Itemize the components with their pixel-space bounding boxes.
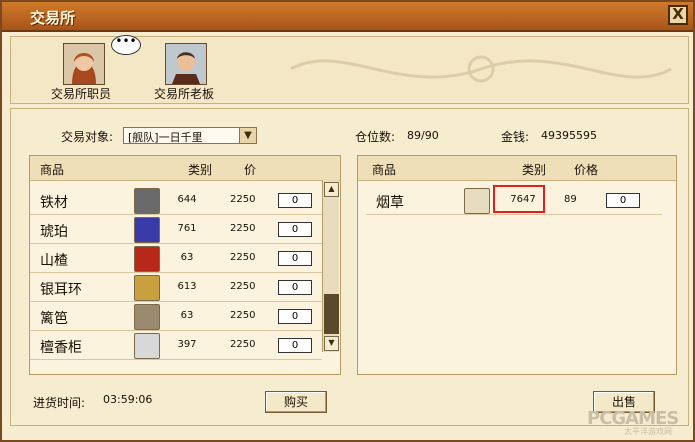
item-price: 89 <box>564 194 577 205</box>
buy-list: 商品 类别 价 铁材 644 2250 0 琥珀 761 2250 0 山楂 6… <box>29 155 341 375</box>
item-price: 2250 <box>230 310 256 321</box>
boss-portrait-icon[interactable] <box>165 43 207 85</box>
trade-window: 交易所 X 交易所职员 ••• 交易所老板 交易对象: [舰队]一日千里 ▼ 仓… <box>0 0 695 442</box>
iron-ore-icon <box>134 188 160 214</box>
item-price: 2250 <box>230 339 256 350</box>
item-category: 613 <box>177 281 197 292</box>
boss-label: 交易所老板 <box>154 87 215 101</box>
close-button[interactable]: X <box>668 5 688 25</box>
sandalwood-cabinet-icon <box>134 333 160 359</box>
watermark-subtext: 太平洋游戏网 <box>624 427 672 436</box>
window-title: 交易所 <box>30 9 76 27</box>
clerk-label: 交易所职员 <box>51 87 112 101</box>
ornament-decoration <box>290 55 672 83</box>
hawthorn-fruit-icon <box>134 246 160 272</box>
trade-target-label: 交易对象: <box>61 130 114 144</box>
buy-button[interactable]: 购买 <box>265 391 327 413</box>
title-bar: 交易所 X <box>2 2 693 32</box>
list-item[interactable]: 铁材 644 2250 0 <box>30 186 322 215</box>
sell-header-price: 价格 <box>574 163 599 177</box>
list-item[interactable]: 银耳环 613 2250 0 <box>30 273 322 302</box>
quantity-input[interactable]: 0 <box>278 280 312 295</box>
sell-header-item: 商品 <box>372 163 397 177</box>
sell-list-header: 商品 类别 价格 <box>358 156 676 181</box>
item-price: 2250 <box>230 252 256 263</box>
list-item[interactable]: 篱笆 63 2250 0 <box>30 302 322 331</box>
item-price: 2250 <box>230 194 256 205</box>
item-category: 397 <box>177 339 197 350</box>
item-price: 2250 <box>230 281 256 292</box>
chevron-up-icon[interactable]: ▲ <box>324 182 339 197</box>
quantity-input[interactable]: 0 <box>606 193 640 208</box>
list-item[interactable]: 琥珀 761 2250 0 <box>30 215 322 244</box>
clerk-portrait-icon[interactable] <box>63 43 105 85</box>
buy-header-item: 商品 <box>40 163 65 177</box>
restock-value: 03:59:06 <box>103 393 153 406</box>
npc-panel: 交易所职员 ••• 交易所老板 <box>10 35 689 104</box>
trade-panel: 交易对象: [舰队]一日千里 ▼ 仓位数: 89/90 金钱: 49395595… <box>10 108 689 426</box>
quantity-input[interactable]: 0 <box>278 251 312 266</box>
item-category: 761 <box>177 223 197 234</box>
item-category: 63 <box>180 252 194 263</box>
item-name: 铁材 <box>40 195 68 211</box>
buy-list-header: 商品 类别 价 <box>30 156 340 181</box>
chevron-down-icon[interactable]: ▼ <box>324 336 339 351</box>
item-category: 644 <box>177 194 197 205</box>
item-price: 2250 <box>230 223 256 234</box>
scrollbar-thumb[interactable] <box>324 294 339 334</box>
tobacco-pipe-icon <box>464 188 490 214</box>
item-category: 63 <box>180 310 194 321</box>
list-item[interactable]: 檀香柜 397 2250 0 <box>30 331 322 360</box>
chevron-down-icon[interactable]: ▼ <box>239 128 256 143</box>
quantity-input[interactable]: 0 <box>278 309 312 324</box>
money-label: 金钱: <box>501 130 530 144</box>
fence-axe-icon <box>134 304 160 330</box>
item-name: 银耳环 <box>40 282 82 298</box>
capacity-label: 仓位数: <box>355 130 396 144</box>
buy-header-price: 价 <box>244 163 257 177</box>
buy-header-category: 类别 <box>188 163 213 177</box>
trade-target-select[interactable]: [舰队]一日千里 ▼ <box>123 127 257 144</box>
capacity-value: 89/90 <box>407 129 439 142</box>
buy-list-scrollbar[interactable]: ▲ ▼ <box>322 180 339 352</box>
sell-header-category: 类别 <box>522 163 547 177</box>
restock-label: 进货时间: <box>33 396 86 410</box>
quantity-input[interactable]: 0 <box>278 222 312 237</box>
highlight-box <box>493 185 545 213</box>
item-name: 山楂 <box>40 253 68 269</box>
trade-target-value: [舰队]一日千里 <box>128 131 203 144</box>
quantity-input[interactable]: 0 <box>278 193 312 208</box>
quantity-input[interactable]: 0 <box>278 338 312 353</box>
item-name: 檀香柜 <box>40 340 82 356</box>
item-name: 琥珀 <box>40 224 68 240</box>
item-name: 烟草 <box>376 195 404 211</box>
money-value: 49395595 <box>541 129 597 142</box>
speech-bubble-icon: ••• <box>111 35 141 55</box>
silver-earring-icon <box>134 275 160 301</box>
amber-gem-icon <box>134 217 160 243</box>
list-item[interactable]: 山楂 63 2250 0 <box>30 244 322 273</box>
item-name: 篱笆 <box>40 311 68 327</box>
